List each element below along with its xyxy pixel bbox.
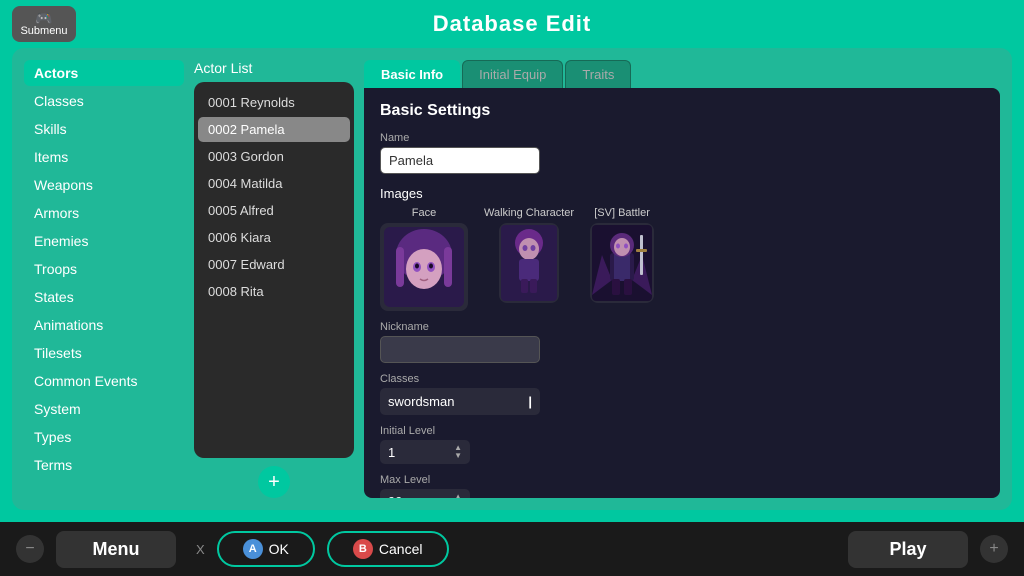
cancel-button[interactable]: B Cancel [327,531,449,567]
sidebar-item-system[interactable]: System [24,396,184,422]
nickname-label: Nickname [380,321,984,333]
sidebar-item-states[interactable]: States [24,284,184,310]
a-badge: A [243,539,263,559]
battler-slot: [SV] Battler [590,207,654,303]
name-field-row: Name [380,132,984,174]
submenu-button[interactable]: 🎮 Submenu [12,6,76,42]
add-actor-button[interactable]: + [258,466,290,498]
actor-list: 0001 Reynolds 0002 Pamela 0003 Gordon 00… [194,82,354,458]
sidebar-item-types[interactable]: Types [24,424,184,450]
section-title: Basic Settings [380,102,984,120]
right-section: Basic Info Initial Equip Traits Basic Se… [364,60,1000,498]
sidebar-item-animations[interactable]: Animations [24,312,184,338]
name-label: Name [380,132,984,144]
bottom-bar: − Menu X A OK B Cancel Play + [0,522,1024,576]
face-slot: Face [380,207,468,311]
sidebar: Actors Classes Skills Items Weapons Armo… [24,60,184,498]
max-level-spinner[interactable]: ▲ ▼ [454,493,462,498]
sidebar-item-terms[interactable]: Terms [24,452,184,478]
classes-selector[interactable]: swordsman | [380,388,540,415]
classes-value: swordsman [388,394,454,409]
b-badge: B [353,539,373,559]
actor-item-0005[interactable]: 0005 Alfred [198,198,350,223]
max-level-value: 99 [388,494,402,499]
initial-level-row: Initial Level 1 ▲ ▼ [380,425,984,464]
menu-button[interactable]: Menu [56,531,176,568]
actor-item-0002[interactable]: 0002 Pamela [198,117,350,142]
x-label: X [196,542,205,557]
actor-list-header: Actor List [194,60,354,76]
ok-button[interactable]: A OK [217,531,315,567]
sidebar-item-tilesets[interactable]: Tilesets [24,340,184,366]
max-level-row: Max Level 99 ▲ ▼ [380,474,984,498]
face-image-box[interactable] [380,223,468,311]
images-section: Images Face [380,186,984,311]
sidebar-item-weapons[interactable]: Weapons [24,172,184,198]
images-row: Face [380,207,984,311]
actor-item-0006[interactable]: 0006 Kiara [198,225,350,250]
ok-label: OK [269,541,289,557]
sidebar-item-armors[interactable]: Armors [24,200,184,226]
actor-item-0001[interactable]: 0001 Reynolds [198,90,350,115]
actor-list-panel: Actor List 0001 Reynolds 0002 Pamela 000… [194,60,354,498]
initial-level-input[interactable]: 1 ▲ ▼ [380,440,470,464]
battler-image-box[interactable] [590,223,654,303]
classes-label: Classes [380,373,984,385]
max-level-input[interactable]: 99 ▲ ▼ [380,489,470,498]
classes-field-row: Classes swordsman | [380,373,984,415]
submenu-label: Submenu [20,25,67,37]
sidebar-item-enemies[interactable]: Enemies [24,228,184,254]
submenu-icon: 🎮 [35,11,52,25]
nickname-field-row: Nickname [380,321,984,363]
tab-initial-equip[interactable]: Initial Equip [462,60,563,88]
top-bar: 🎮 Submenu Database Edit [0,0,1024,48]
face-label: Face [412,207,436,219]
sidebar-item-skills[interactable]: Skills [24,116,184,142]
cancel-label: Cancel [379,541,423,557]
classes-cursor: | [528,394,532,409]
initial-level-label: Initial Level [380,425,984,437]
walking-slot: Walking Character [484,207,574,303]
walking-image-box[interactable] [499,223,559,303]
nickname-input[interactable] [380,336,540,363]
actor-item-0004[interactable]: 0004 Matilda [198,171,350,196]
main-area: Actors Classes Skills Items Weapons Armo… [12,48,1012,510]
sidebar-item-troops[interactable]: Troops [24,256,184,282]
sidebar-item-classes[interactable]: Classes [24,88,184,114]
sidebar-item-actors[interactable]: Actors [24,60,184,86]
content-panel: Basic Settings Name Images Face [364,88,1000,498]
actor-item-0003[interactable]: 0003 Gordon [198,144,350,169]
name-input[interactable] [380,147,540,174]
page-title: Database Edit [433,11,592,37]
images-label: Images [380,186,984,201]
sidebar-item-common-events[interactable]: Common Events [24,368,184,394]
battler-label: [SV] Battler [594,207,650,219]
tabs-area: Basic Info Initial Equip Traits [364,60,1000,88]
tab-traits[interactable]: Traits [565,60,631,88]
max-level-label: Max Level [380,474,984,486]
plus-button[interactable]: + [980,535,1008,563]
sidebar-item-items[interactable]: Items [24,144,184,170]
initial-level-spinner[interactable]: ▲ ▼ [454,444,462,460]
play-button[interactable]: Play [848,531,968,568]
walking-label: Walking Character [484,207,574,219]
tab-basic-info[interactable]: Basic Info [364,60,460,88]
initial-level-value: 1 [388,445,395,460]
minus-button[interactable]: − [16,535,44,563]
actor-item-0007[interactable]: 0007 Edward [198,252,350,277]
actor-item-0008[interactable]: 0008 Rita [198,279,350,304]
